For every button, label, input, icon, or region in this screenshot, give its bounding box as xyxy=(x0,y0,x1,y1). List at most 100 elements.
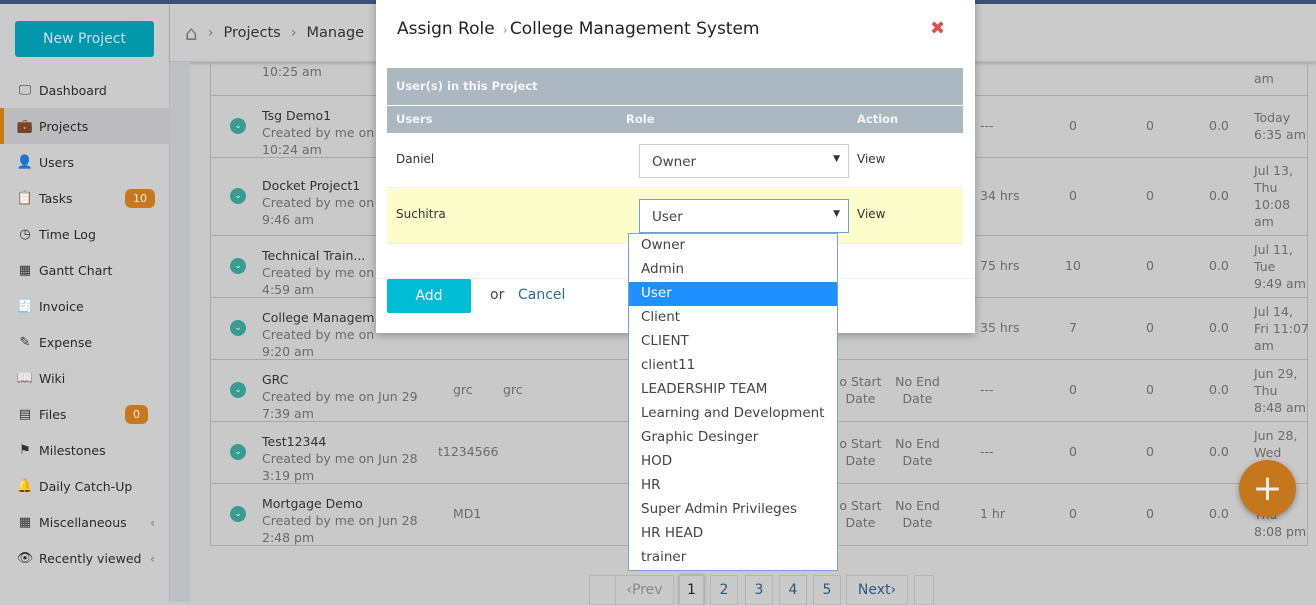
project-code: grc xyxy=(453,382,473,397)
expand-chevron-icon[interactable]: ⌄ xyxy=(230,118,246,134)
expand-chevron-icon[interactable]: ⌄ xyxy=(230,258,246,274)
project-code: t1234566 xyxy=(438,444,499,459)
project-name[interactable]: Technical Train... xyxy=(262,247,365,264)
page-2[interactable]: 2 xyxy=(710,575,738,605)
last-updated: 9:49 am xyxy=(1254,275,1306,291)
project-created-time: 9:46 am xyxy=(262,212,314,227)
sidebar-item-invoice[interactable]: 🧾 Invoice xyxy=(0,288,170,324)
role-option[interactable]: CLIENT xyxy=(629,330,837,354)
project-created-time: 7:39 am xyxy=(262,406,314,421)
project-name[interactable]: College Managem... xyxy=(262,309,386,326)
sidebar-item-expense[interactable]: ✎ Expense xyxy=(0,324,170,360)
project-client: grc xyxy=(503,382,523,397)
col-action: Action xyxy=(857,112,899,126)
count-badge: 10 xyxy=(125,188,155,208)
page-4[interactable]: 4 xyxy=(779,575,807,605)
sidebar-item-label: Tasks xyxy=(39,190,73,206)
close-icon[interactable]: ✖ xyxy=(930,18,945,39)
last-updated: am xyxy=(1254,337,1274,353)
breadcrumb-projects[interactable]: Projects xyxy=(224,25,281,41)
role-option[interactable]: LEADERSHIP TEAM xyxy=(629,378,837,402)
sidebar-item-dashboard[interactable]: 🖵 Dashboard xyxy=(0,72,170,108)
role-option[interactable]: Graphic Desinger xyxy=(629,426,837,450)
breadcrumb-manage: Manage xyxy=(306,24,365,41)
sidebar-item-milestones[interactable]: ⚑ Milestones xyxy=(0,432,170,468)
page-5[interactable]: 5 xyxy=(813,575,841,605)
plus-icon: + xyxy=(1252,468,1283,509)
sidebar-item-wiki[interactable]: 📖 Wiki xyxy=(0,360,170,396)
role-option[interactable]: Admin xyxy=(629,258,837,282)
sidebar: New Project 🖵 Dashboard 💼 Projects 👤 Users 📋 Ta… xyxy=(0,4,170,602)
sidebar-item-gantt-chart[interactable]: ▦ Gantt Chart xyxy=(0,252,170,288)
sidebar-item-projects[interactable]: 💼 Projects xyxy=(0,108,170,144)
view-link[interactable]: View xyxy=(857,152,885,166)
sidebar-nav: 🖵 Dashboard 💼 Projects 👤 Users 📋 Tasks 10 ◷ Time L… xyxy=(0,72,170,576)
role-option[interactable]: Client xyxy=(629,306,837,330)
project-name[interactable]: Mortgage Demo xyxy=(262,495,363,512)
sidebar-item-time-log[interactable]: ◷ Time Log xyxy=(0,216,170,252)
role-select[interactable]: Owner ▼ xyxy=(639,144,849,178)
chevron-left-icon[interactable]: ‹ xyxy=(150,551,155,566)
start-date: o Start Date xyxy=(839,498,882,530)
role-option[interactable]: HOD xyxy=(629,450,837,474)
clipboard-icon: 📋 xyxy=(16,190,34,206)
add-fab-button[interactable]: + xyxy=(1239,460,1296,517)
progress-value: 0.0 xyxy=(1209,506,1229,521)
add-button[interactable]: Add xyxy=(387,279,471,313)
role-option[interactable]: Super Admin Privileges xyxy=(629,498,837,522)
task-count: 0 xyxy=(1069,118,1077,133)
project-name[interactable]: Docket Project1 xyxy=(262,177,360,194)
project-name[interactable]: GRC xyxy=(262,371,288,388)
sidebar-item-daily-catch-up[interactable]: 🔔 Daily Catch-Up xyxy=(0,468,170,504)
project-created-time: 10:25 am xyxy=(262,64,322,79)
task-count: 0 xyxy=(1069,382,1077,397)
count-badge: 0 xyxy=(125,404,148,424)
user-row: Daniel Owner ▼ View xyxy=(387,133,963,188)
role-option[interactable]: HR HEAD xyxy=(629,522,837,546)
role-option[interactable]: client11 xyxy=(629,354,837,378)
new-project-button[interactable]: New Project xyxy=(15,21,154,57)
project-created: Created by me on Jun 28 xyxy=(262,451,418,466)
user-icon: 👤 xyxy=(16,154,34,170)
page-3[interactable]: 3 xyxy=(745,575,773,605)
last-updated: 8:08 pm xyxy=(1254,523,1307,539)
sidebar-item-recently-viewed[interactable]: 👁 Recently viewed ‹ xyxy=(0,540,170,576)
logged-hours: --- xyxy=(980,382,994,397)
chevron-left-icon[interactable]: ‹ xyxy=(150,515,155,530)
sidebar-item-files[interactable]: ▤ Files 0 xyxy=(0,396,170,432)
home-icon[interactable]: ⌂ xyxy=(185,21,198,45)
expand-chevron-icon[interactable]: ⌄ xyxy=(230,188,246,204)
expand-chevron-icon[interactable]: ⌄ xyxy=(230,320,246,336)
expand-chevron-icon[interactable]: ⌄ xyxy=(230,506,246,522)
sidebar-item-users[interactable]: 👤 Users xyxy=(0,144,170,180)
role-value: User xyxy=(652,209,683,225)
page-1[interactable]: 1 xyxy=(679,575,704,605)
role-select[interactable]: User ▼ xyxy=(639,199,849,233)
sidebar-item-miscellaneous[interactable]: ▦ Miscellaneous ‹ xyxy=(0,504,170,540)
expense-icon: ✎ xyxy=(19,334,31,350)
project-name[interactable]: Tsg Demo1 xyxy=(262,107,331,124)
prev-button[interactable]: ‹Prev xyxy=(615,575,674,605)
expand-chevron-icon[interactable]: ⌄ xyxy=(230,444,246,460)
view-link[interactable]: View xyxy=(857,207,885,221)
next-button[interactable]: Next› xyxy=(846,575,908,605)
project-created-time: 2:48 pm xyxy=(262,530,315,545)
logged-hours: 34 hrs xyxy=(980,188,1020,203)
role-option[interactable]: Learning and Development xyxy=(629,402,837,426)
last-updated: 6:35 am xyxy=(1254,127,1306,142)
section-header: User(s) in this Project xyxy=(387,68,963,105)
role-option[interactable]: trainer xyxy=(629,546,837,570)
project-created-time: 3:19 pm xyxy=(262,468,315,483)
sidebar-item-tasks[interactable]: 📋 Tasks 10 xyxy=(0,180,170,216)
role-value: Owner xyxy=(652,154,697,170)
role-option[interactable]: HR xyxy=(629,474,837,498)
last-updated: Jul 13, xyxy=(1254,163,1293,178)
logged-hours: 1 hr xyxy=(980,506,1005,521)
project-name[interactable]: Test12344 xyxy=(262,433,326,450)
last-updated: Jul 11, xyxy=(1254,241,1293,257)
progress-value: 0.0 xyxy=(1209,444,1229,459)
expand-chevron-icon[interactable]: ⌄ xyxy=(230,382,246,398)
cancel-link[interactable]: Cancel xyxy=(518,287,565,303)
role-option[interactable]: User xyxy=(629,282,837,306)
role-option[interactable]: Owner xyxy=(629,234,837,258)
